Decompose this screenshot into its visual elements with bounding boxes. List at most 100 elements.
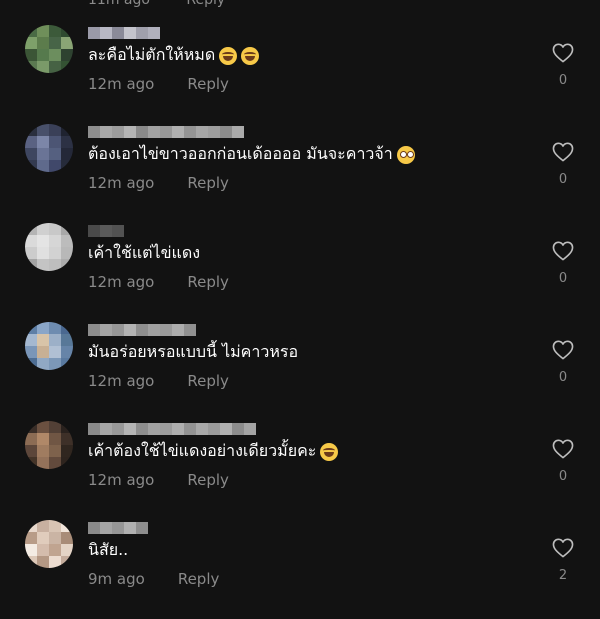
comment-text: นิสัย.. [88,538,128,563]
username-blurred[interactable] [88,522,148,534]
avatar-pixel [61,223,73,235]
avatar-pixel [61,358,73,370]
avatar-pixel [37,25,49,37]
avatar-pixel [37,160,49,172]
avatar-pixel [61,37,73,49]
avatar-pixel [25,433,37,445]
comment-body: นิสัย.. [88,540,129,559]
username-pixel [160,324,172,336]
reply-link[interactable]: Reply [187,372,229,390]
like-button[interactable]: 0 [548,241,578,286]
avatar-pixel [49,334,61,346]
username-pixel [208,126,220,138]
reply-link[interactable]: Reply [187,471,229,489]
avatar-pixel [61,148,73,160]
comment-time: 12m ago [88,273,155,291]
avatar-pixel [25,247,37,259]
avatar-pixel [49,358,61,370]
avatar-pixel [25,136,37,148]
avatar-pixel [49,160,61,172]
avatar-pixel [25,520,37,532]
username-pixel [184,423,196,435]
avatar-pixel [25,358,37,370]
avatar-pixel [25,259,37,271]
avatar-pixel [61,136,73,148]
avatar-pixel [61,235,73,247]
avatar[interactable] [25,124,73,172]
reply-link[interactable]: Reply [187,273,229,291]
avatar-pixel [61,61,73,73]
avatar-pixel [49,235,61,247]
avatar-pixel [61,520,73,532]
comment-meta: 12m ago Reply [88,273,229,291]
avatar[interactable] [25,322,73,370]
comment-item: เค้าต้องใช้ไข่แดงอย่างเดียวมั้ยคะ 12m ag… [0,421,600,520]
avatar-pixel [37,520,49,532]
username-pixel [136,126,148,138]
username-pixel [88,225,100,237]
like-count: 0 [558,271,568,286]
heart-icon[interactable] [552,538,574,558]
comment-item: เค้าใช้แต่ไข่แดง 12m ago Reply 0 [0,223,600,322]
avatar-pixel [25,148,37,160]
username-pixel [160,423,172,435]
comment-item: มันอร่อยหรอแบบนี้ ไม่คาวหรอ 12m ago Repl… [0,322,600,421]
avatar[interactable] [25,520,73,568]
username-pixel [136,27,148,39]
avatar[interactable] [25,25,73,73]
like-button[interactable]: 0 [548,340,578,385]
avatar-pixel [25,25,37,37]
heart-icon[interactable] [552,43,574,63]
avatar-pixel [61,49,73,61]
avatar-pixel [25,334,37,346]
username-pixel [148,324,160,336]
avatar-pixel [61,457,73,469]
username-blurred[interactable] [88,225,124,237]
like-button[interactable]: 0 [548,439,578,484]
heart-icon[interactable] [552,340,574,360]
reply-link[interactable]: Reply [187,174,229,192]
username-blurred[interactable] [88,324,196,336]
avatar-pixel [37,235,49,247]
username-blurred[interactable] [88,27,160,39]
heart-icon[interactable] [552,142,574,162]
avatar-pixel [25,322,37,334]
username-pixel [232,126,244,138]
heart-icon[interactable] [552,241,574,261]
comment-body: ละคือไม่ตักให้หมด [88,45,216,64]
reply-link[interactable]: Reply [178,570,220,588]
previous-reply-link[interactable]: Reply [186,0,225,8]
avatar[interactable] [25,421,73,469]
avatar-pixel [25,532,37,544]
avatar-pixel [37,49,49,61]
avatar-pixel [25,49,37,61]
username-pixel [196,126,208,138]
avatar[interactable] [25,223,73,271]
avatar-pixel [49,532,61,544]
username-pixel [88,324,100,336]
username-pixel [124,423,136,435]
avatar-pixel [49,37,61,49]
heart-icon[interactable] [552,439,574,459]
avatar-pixel [61,556,73,568]
username-pixel [100,225,112,237]
avatar-pixel [49,49,61,61]
avatar-pixel [49,544,61,556]
avatar-pixel [49,223,61,235]
username-pixel [184,324,196,336]
avatar-pixel [37,457,49,469]
username-pixel [196,423,208,435]
like-button[interactable]: 2 [548,538,578,583]
comment-meta: 12m ago Reply [88,471,229,489]
avatar-pixel [61,334,73,346]
avatar-pixel [25,235,37,247]
like-button[interactable]: 0 [548,142,578,187]
like-button[interactable]: 0 [548,43,578,88]
username-pixel [112,27,124,39]
comment-text: ต้องเอาไข่ขาวออกก่อนเด้ออออ มันจะคาวจ้า [88,142,415,167]
comment-text: ละคือไม่ตักให้หมด [88,43,260,68]
username-blurred[interactable] [88,126,244,138]
avatar-pixel [25,421,37,433]
username-blurred[interactable] [88,423,256,435]
reply-link[interactable]: Reply [187,75,229,93]
